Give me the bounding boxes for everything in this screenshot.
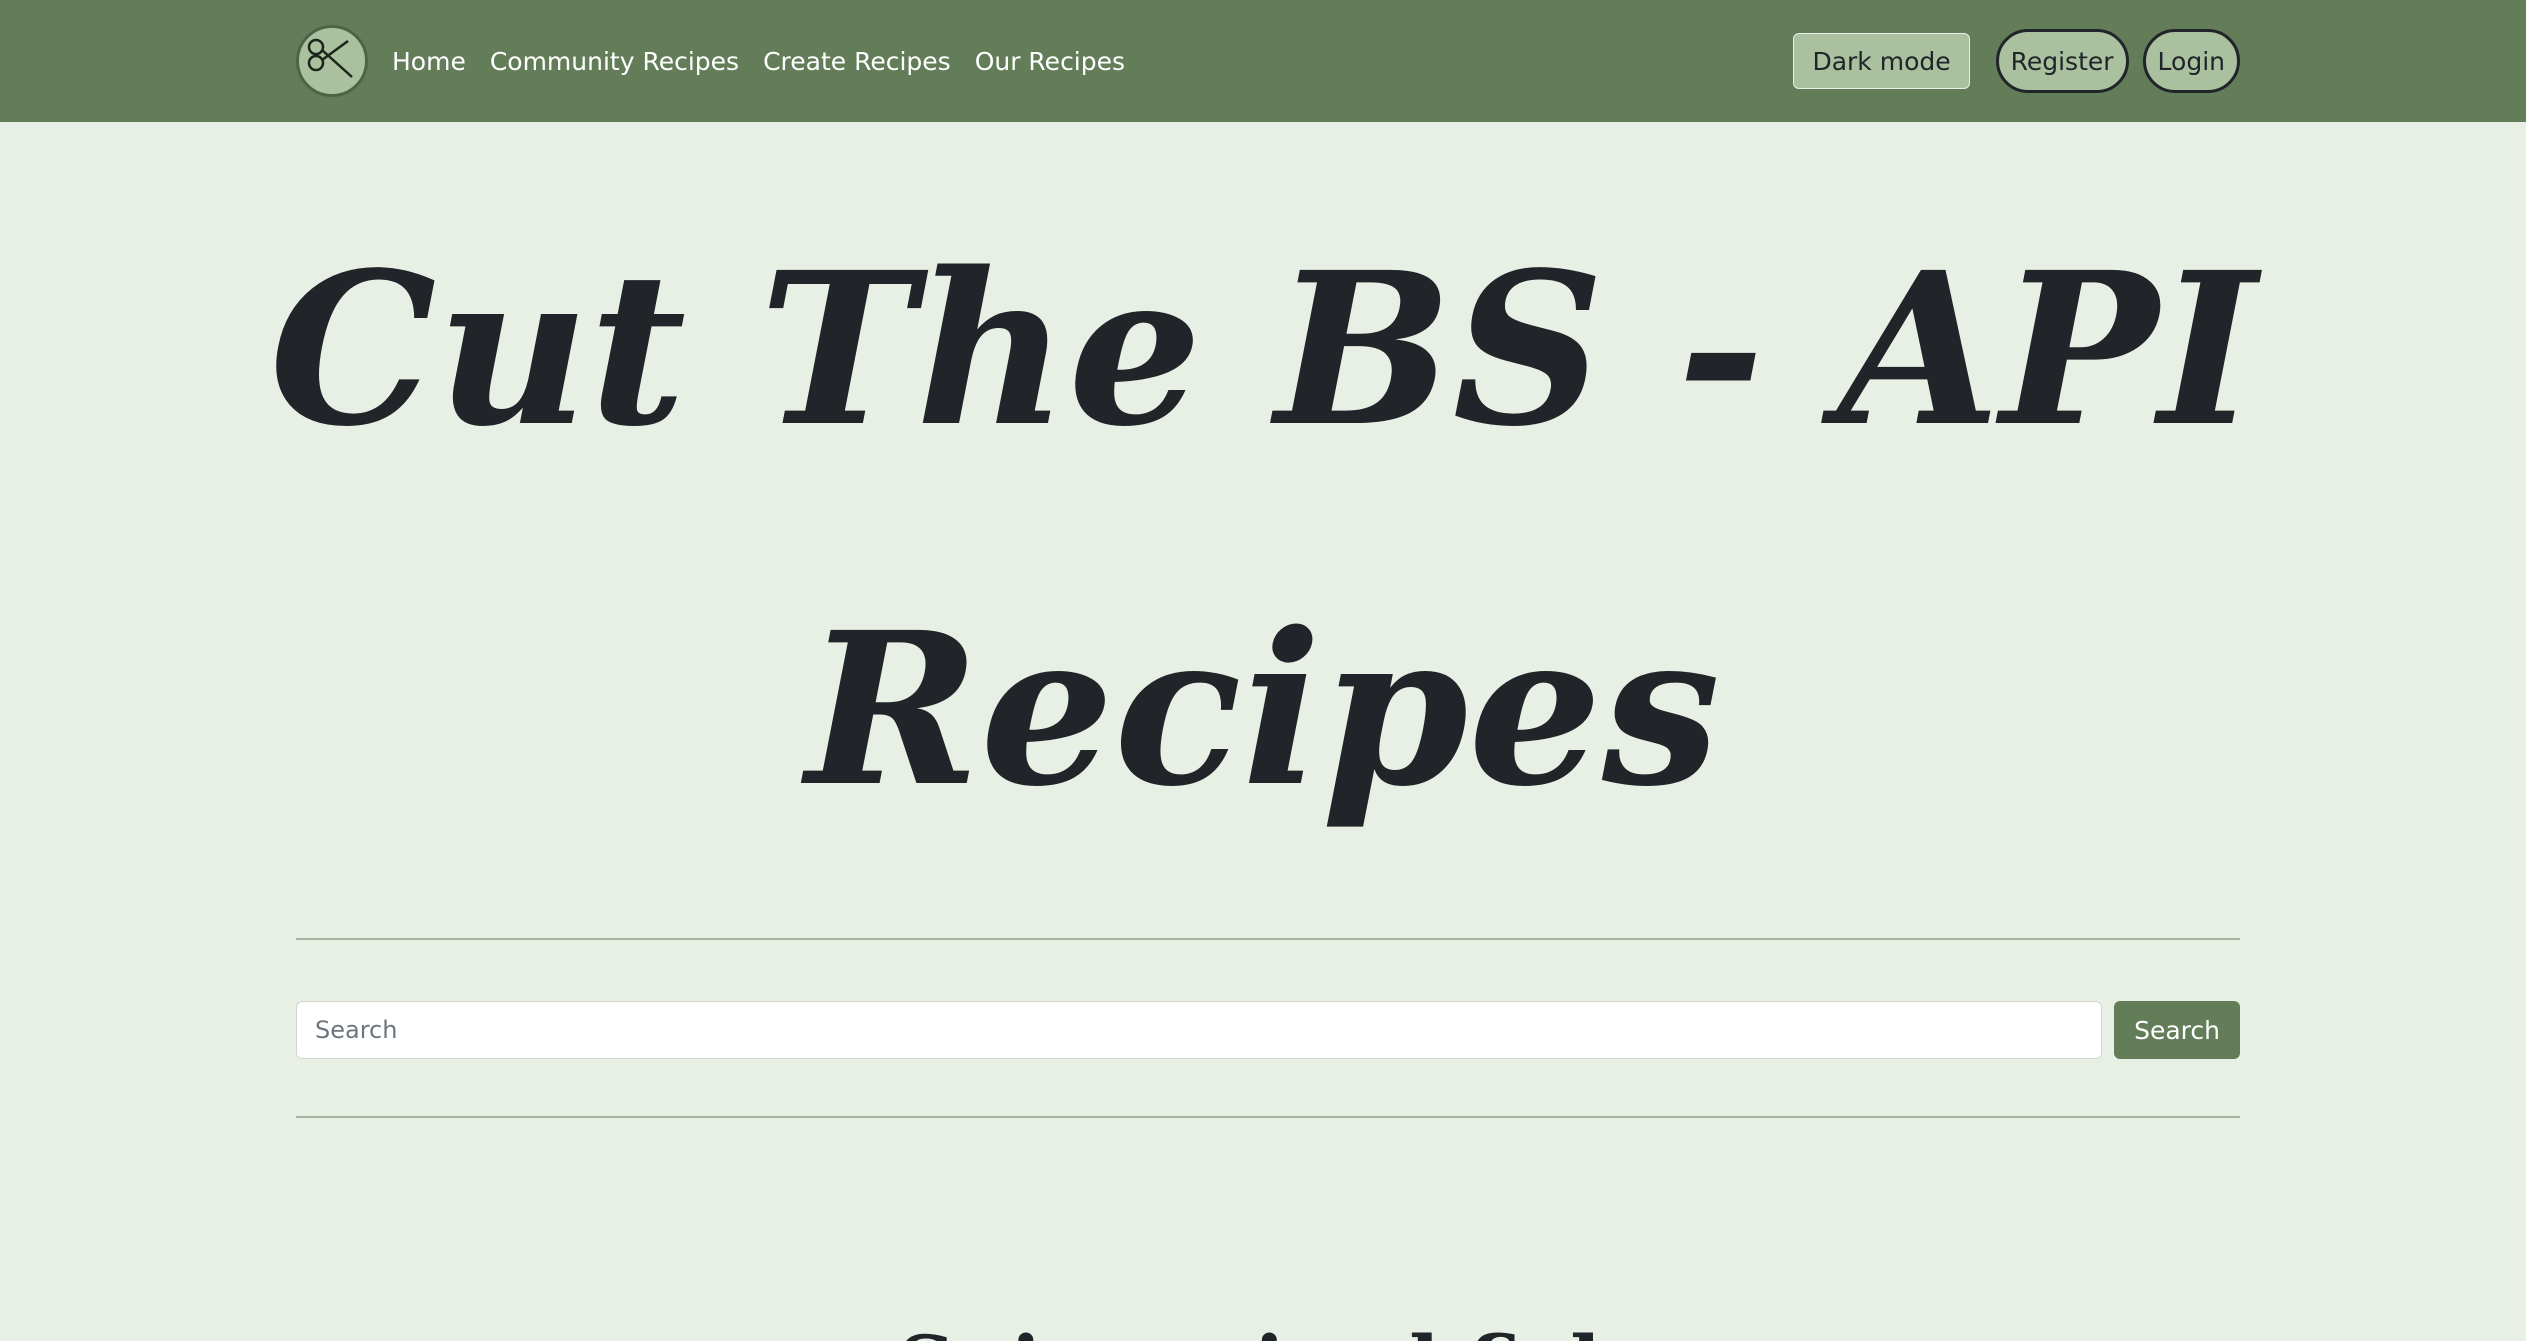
navbar-inner: Home Community Recipes Create Recipes Ou… xyxy=(296,0,2240,122)
nav-link-our-recipes[interactable]: Our Recipes xyxy=(975,47,1125,76)
search-button[interactable]: Search xyxy=(2114,1001,2240,1059)
section-heading: Spicy-mixed fish xyxy=(0,1310,2526,1341)
scissors-icon-graphic xyxy=(307,38,353,78)
search-form: Search xyxy=(296,1001,2240,1059)
hero-title: Cut The BS - API Recipes xyxy=(0,170,2526,890)
register-button[interactable]: Register xyxy=(1995,29,2129,93)
nav-links: Home Community Recipes Create Recipes Ou… xyxy=(388,47,1145,76)
search-input[interactable] xyxy=(296,1001,2103,1059)
navbar: Home Community Recipes Create Recipes Ou… xyxy=(0,0,2526,122)
divider-top xyxy=(296,938,2240,940)
scissors-icon[interactable] xyxy=(296,25,368,97)
login-button[interactable]: Login xyxy=(2142,29,2240,93)
hero-title-line-1: Cut The BS - API xyxy=(269,226,2257,473)
nav-actions: Dark mode Register Login xyxy=(1793,29,2240,93)
nav-link-create-recipes[interactable]: Create Recipes xyxy=(763,47,951,76)
hero-title-line-2: Recipes xyxy=(805,586,1721,833)
dark-mode-button[interactable]: Dark mode xyxy=(1793,33,1970,89)
nav-link-home[interactable]: Home xyxy=(392,47,466,76)
divider-bottom xyxy=(296,1116,2240,1118)
nav-link-community-recipes[interactable]: Community Recipes xyxy=(490,47,739,76)
